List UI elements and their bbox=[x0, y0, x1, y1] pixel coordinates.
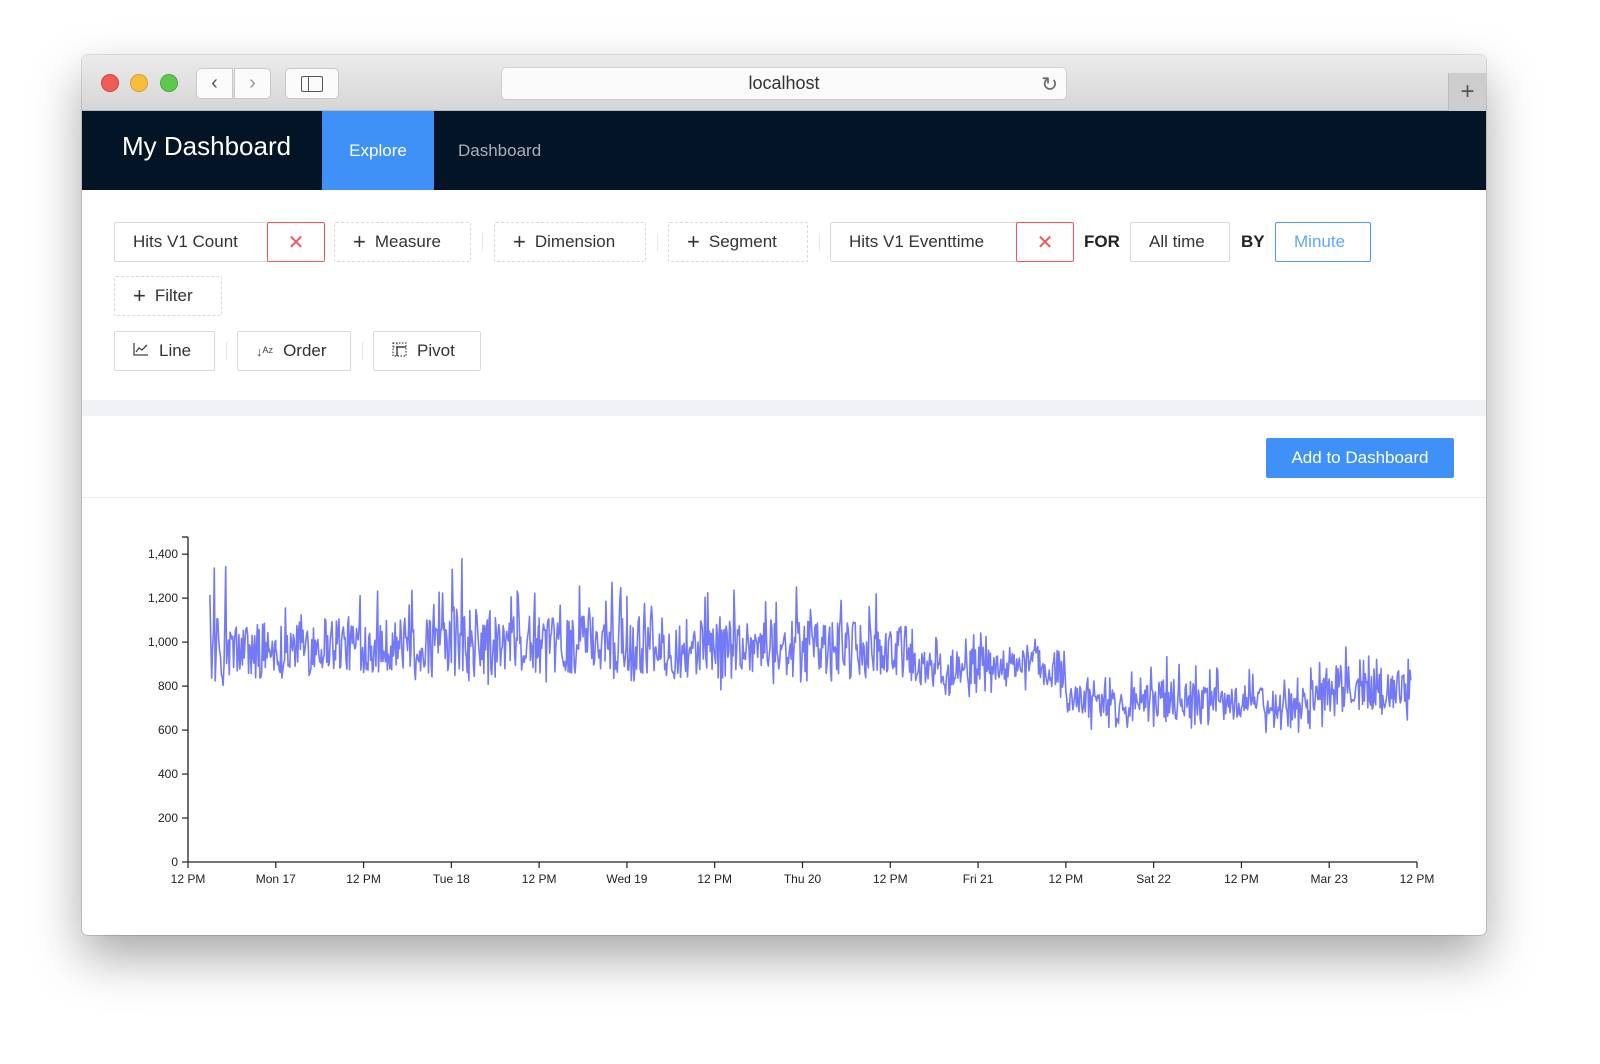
add-to-dashboard-button[interactable]: Add to Dashboard bbox=[1266, 438, 1454, 478]
x-tick-label: 12 PM bbox=[873, 872, 908, 886]
chart-type-button[interactable]: Line bbox=[114, 331, 215, 371]
query-builder: Hits V1 Count ✕ + Measure + Dimension + … bbox=[82, 190, 1486, 400]
add-segment-button[interactable]: + Segment bbox=[668, 222, 808, 262]
x-tick-label: 12 PM bbox=[697, 872, 732, 886]
time-dimension-chip[interactable]: Hits V1 Eventtime bbox=[830, 222, 1018, 262]
y-tick-label: 1,400 bbox=[148, 547, 178, 561]
tab-explore[interactable]: Explore bbox=[322, 111, 434, 190]
x-tick-label: 12 PM bbox=[522, 872, 557, 886]
divider bbox=[226, 342, 227, 360]
pivot-label: Pivot bbox=[417, 341, 455, 360]
sidebar-icon bbox=[301, 75, 323, 92]
y-tick-label: 1,200 bbox=[148, 591, 178, 605]
granularity-select[interactable]: Minute bbox=[1275, 222, 1371, 262]
measure-chip[interactable]: Hits V1 Count bbox=[114, 222, 269, 262]
plus-icon: + bbox=[1460, 78, 1475, 105]
divider bbox=[819, 233, 820, 251]
y-tick-label: 400 bbox=[158, 767, 178, 781]
y-tick-label: 600 bbox=[158, 723, 178, 737]
maximize-window-button[interactable] bbox=[160, 74, 178, 92]
section-divider bbox=[82, 400, 1486, 416]
line-chart-icon bbox=[133, 342, 149, 360]
sidebar-toggle-button[interactable] bbox=[285, 68, 339, 99]
plus-icon: + bbox=[513, 229, 526, 254]
sort-icon: ↓ᴬᶻ bbox=[256, 343, 274, 359]
divider bbox=[657, 233, 658, 251]
x-tick-label: 12 PM bbox=[346, 872, 381, 886]
pivot-icon bbox=[392, 341, 407, 361]
time-dimension-label: Hits V1 Eventtime bbox=[849, 232, 985, 251]
x-tick-label: Fri 21 bbox=[963, 872, 994, 886]
add-measure-label: Measure bbox=[374, 232, 441, 251]
x-tick-label: Sat 22 bbox=[1136, 872, 1171, 886]
x-tick-label: Thu 20 bbox=[784, 872, 822, 886]
add-measure-button[interactable]: + Measure bbox=[334, 222, 471, 262]
forward-button[interactable]: › bbox=[234, 68, 271, 99]
by-label: BY bbox=[1241, 232, 1265, 251]
address-text: localhost bbox=[748, 73, 820, 93]
x-tick-label: Tue 18 bbox=[433, 872, 470, 886]
x-tick-label: Wed 19 bbox=[606, 872, 647, 886]
divider bbox=[482, 233, 483, 251]
date-range-value: All time bbox=[1149, 232, 1205, 251]
chevron-left-icon: ‹ bbox=[211, 72, 218, 94]
close-icon: ✕ bbox=[287, 231, 305, 254]
for-label: FOR bbox=[1084, 232, 1120, 251]
y-tick-label: 800 bbox=[158, 679, 178, 693]
y-tick-label: 200 bbox=[158, 811, 178, 825]
y-tick-label: 0 bbox=[171, 855, 178, 869]
remove-measure-button[interactable]: ✕ bbox=[267, 222, 325, 262]
x-tick-label: 12 PM bbox=[1049, 872, 1084, 886]
add-dimension-button[interactable]: + Dimension bbox=[494, 222, 646, 262]
plus-icon: + bbox=[133, 283, 146, 308]
remove-time-dimension-button[interactable]: ✕ bbox=[1016, 222, 1074, 262]
minimize-window-button[interactable] bbox=[130, 74, 148, 92]
top-navbar: My Dashboard Explore Dashboard bbox=[82, 111, 1486, 190]
pivot-button[interactable]: Pivot bbox=[373, 331, 481, 371]
plus-icon: + bbox=[687, 229, 700, 254]
divider bbox=[362, 342, 363, 360]
new-tab-button[interactable]: + bbox=[1448, 73, 1486, 111]
browser-window: ‹ › localhost ↻ + My Dashboard Explore D… bbox=[82, 55, 1486, 935]
x-tick-label: Mar 23 bbox=[1311, 872, 1349, 886]
y-tick-label: 1,000 bbox=[148, 635, 178, 649]
granularity-value: Minute bbox=[1294, 232, 1346, 251]
x-tick-label: Mon 17 bbox=[256, 872, 296, 886]
series-line-hits-v1-count bbox=[209, 557, 1412, 734]
address-bar[interactable]: localhost ↻ bbox=[501, 67, 1067, 100]
x-tick-label: 12 PM bbox=[1224, 872, 1259, 886]
date-range-select[interactable]: All time bbox=[1130, 222, 1230, 262]
measure-chip-label: Hits V1 Count bbox=[133, 232, 238, 251]
add-dimension-label: Dimension bbox=[534, 232, 616, 251]
add-segment-label: Segment bbox=[708, 232, 777, 251]
browser-titlebar: ‹ › localhost ↻ + bbox=[82, 55, 1486, 111]
chart-type-label: Line bbox=[159, 341, 192, 360]
line-chart: 0 200 400 600 800 1,000 1,200 1,400 12 PM Mon 17 1… bbox=[148, 536, 1435, 886]
close-icon: ✕ bbox=[1036, 231, 1054, 254]
brand-title: My Dashboard bbox=[122, 131, 292, 161]
chart-container: 0 200 400 600 800 1,000 1,200 1,400 12 PM Mon 17 1… bbox=[82, 499, 1486, 935]
add-filter-button[interactable]: + Filter bbox=[114, 276, 222, 316]
back-button[interactable]: ‹ bbox=[196, 68, 233, 99]
x-tick-label: 12 PM bbox=[1400, 872, 1435, 886]
add-filter-label: Filter bbox=[154, 286, 193, 305]
close-window-button[interactable] bbox=[101, 74, 119, 92]
plus-icon: + bbox=[353, 229, 366, 254]
order-button[interactable]: ↓ᴬᶻ Order bbox=[237, 331, 351, 371]
tab-dashboard[interactable]: Dashboard bbox=[433, 111, 566, 190]
chart-actions-bar: Add to Dashboard bbox=[82, 416, 1486, 498]
chevron-right-icon: › bbox=[249, 72, 256, 94]
order-label: Order bbox=[283, 341, 327, 360]
x-tick-label: 12 PM bbox=[171, 872, 206, 886]
reload-icon[interactable]: ↻ bbox=[1041, 72, 1058, 97]
